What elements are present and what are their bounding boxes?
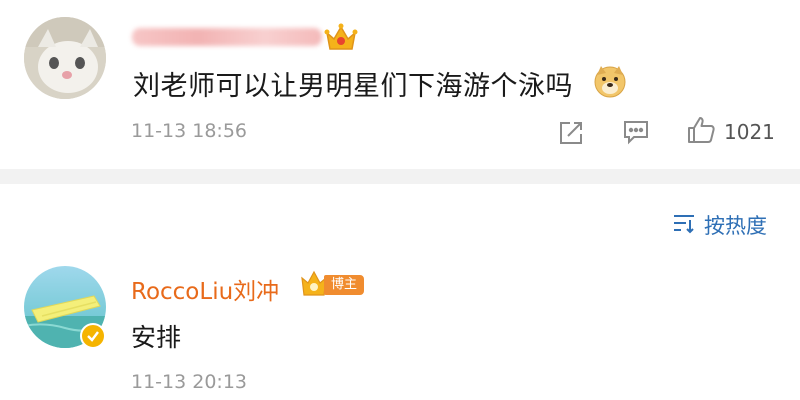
comment-timestamp: 11-13 18:56 xyxy=(131,120,248,142)
sort-icon[interactable] xyxy=(672,212,696,234)
reply-icon[interactable] xyxy=(622,119,650,145)
reply-text: 安排 xyxy=(131,323,182,352)
sort-by-hot-button[interactable]: 按热度 xyxy=(704,210,767,240)
reply-timestamp: 11-13 20:13 xyxy=(131,371,248,393)
author-name[interactable]: RoccoLiu刘冲 xyxy=(131,272,279,306)
verified-badge-icon xyxy=(80,323,106,349)
thumbs-up-icon[interactable] xyxy=(686,115,716,145)
comment-text: 刘老师可以让男明星们下海游个泳吗 xyxy=(133,71,573,102)
like-count: 1021 xyxy=(724,120,775,144)
commenter-username-blurred[interactable] xyxy=(132,28,322,46)
share-icon[interactable] xyxy=(557,119,585,147)
crown-icon xyxy=(324,23,358,53)
blogger-badge-label: 博主 xyxy=(324,275,364,295)
doge-emoji-icon xyxy=(592,63,628,99)
section-divider xyxy=(0,169,800,184)
commenter-avatar[interactable] xyxy=(24,17,106,99)
